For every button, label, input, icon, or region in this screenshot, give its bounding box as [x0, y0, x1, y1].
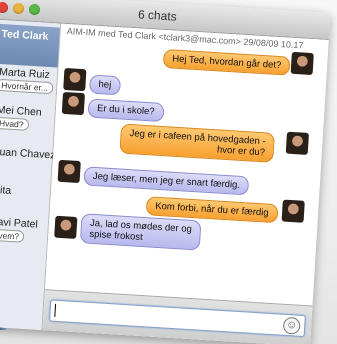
- message-bubble: Jeg læser, men jeg er snart færdig.: [83, 166, 250, 196]
- message-line: spise frokost: [89, 228, 143, 244]
- sidebar-item-marta-ruiz[interactable]: Marta Ruiz Hvornår er...: [0, 61, 58, 106]
- chat-transcript: AIM-IM med Ted Clark <tclark3@mac.com> 2…: [42, 23, 329, 344]
- message-bubble: Ja, lad os mødes der og spise frokost: [79, 213, 202, 251]
- last-message-preview: Hvem?: [0, 228, 25, 243]
- sidebar-item-ted-clark[interactable]: Ted Clark: [0, 22, 60, 68]
- avatar: [54, 215, 78, 239]
- last-message-preview: Hvad?: [0, 116, 29, 131]
- contact-name: Ravi Patel: [0, 215, 39, 231]
- message-received: hej: [88, 74, 121, 96]
- message-bubble: Er du i skole?: [87, 98, 165, 123]
- sidebar-item-juan-chavez[interactable]: Juan Chavez: [0, 141, 56, 186]
- avatar: [63, 67, 87, 92]
- last-message-preview: Hvornår er...: [0, 78, 54, 95]
- message-bubble: Hej Ted, hvordan går det?: [162, 48, 291, 76]
- avatar: [57, 159, 81, 184]
- message-received: Er du i skole?: [87, 97, 165, 123]
- message-received: Ja, lad os mødes der og spise frokost: [79, 213, 202, 251]
- sidebar-item-ravi-patel[interactable]: Ravi Patel Hvem?: [0, 211, 48, 256]
- message-received: Jeg læser, men jeg er snart færdig.: [83, 165, 250, 196]
- contact-name: Gita: [0, 183, 12, 197]
- compose-area: ☺: [42, 289, 313, 344]
- avatar: [290, 51, 314, 76]
- contact-name: Ted Clark: [1, 28, 49, 43]
- message-bubble: hej: [88, 74, 121, 96]
- messages-window: 6 chats Ted Clark Marta Ruiz Hvornår er.…: [0, 0, 331, 344]
- message-sent: Hej Ted, hvordan går det?: [162, 48, 291, 76]
- avatar: [285, 131, 309, 155]
- smiley-icon[interactable]: ☺: [282, 316, 301, 335]
- message-bubble: Jeg er i cafeen på hovedgaden - hvor er …: [119, 123, 276, 163]
- contact-name: Mei Chen: [0, 103, 43, 119]
- message-sent: Jeg er i cafeen på hovedgaden - hvor er …: [119, 123, 276, 163]
- contact-name: Juan Chavez: [0, 145, 56, 162]
- message-line: hvor er du?: [216, 144, 266, 159]
- avatar: [281, 199, 305, 223]
- message-input[interactable]: ☺: [49, 299, 306, 338]
- message-line: Jeg er i cafeen på hovedgaden -: [129, 128, 266, 148]
- text-caret: [54, 303, 57, 317]
- sidebar-item-mei-chen[interactable]: Mei Chen Hvad?: [0, 99, 55, 144]
- avatar: [61, 91, 86, 116]
- screenshot: 6 chats Ted Clark Marta Ruiz Hvornår er.…: [0, 0, 337, 344]
